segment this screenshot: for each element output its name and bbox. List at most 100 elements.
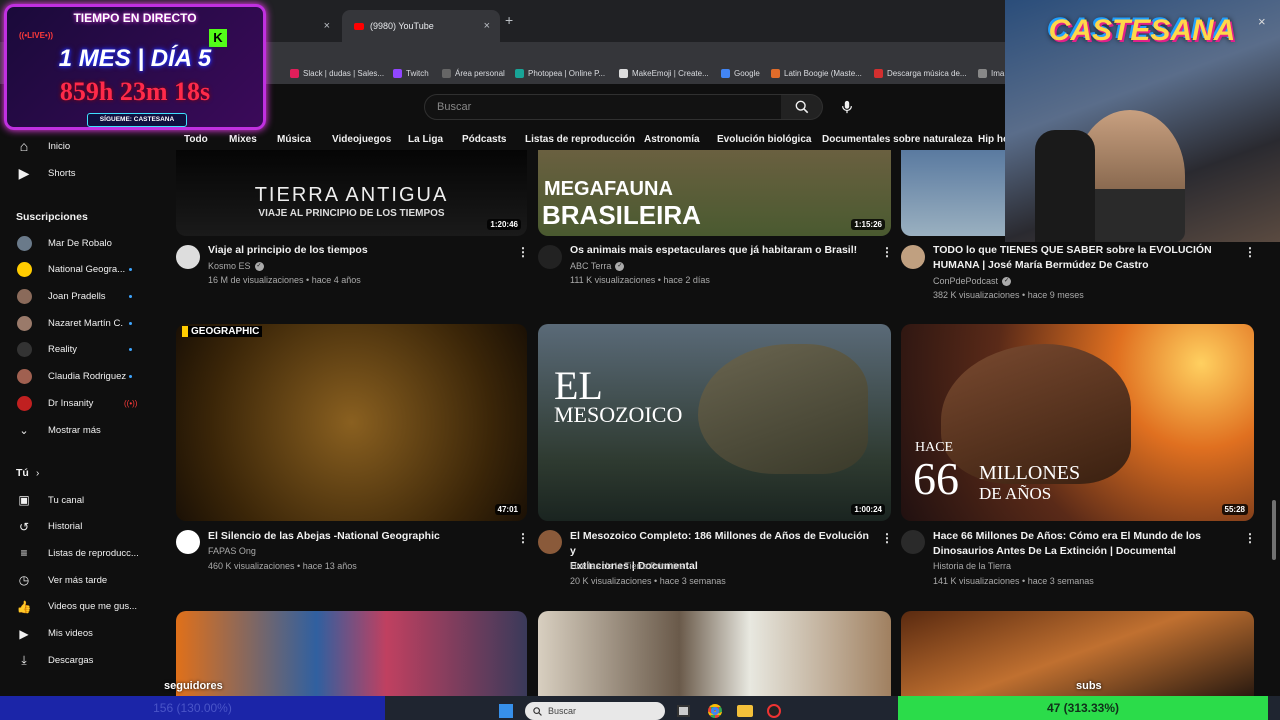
new-tab-button[interactable]: + [505,12,513,28]
close-tab-icon[interactable]: × [324,20,330,32]
scrollbar[interactable] [1272,500,1276,560]
channel-avatar[interactable] [176,530,200,554]
video-thumbnail[interactable]: GEOGRAPHIC 47:01 [176,324,527,521]
filter-chip[interactable]: Evolución biológica [717,134,811,145]
browser-tab-youtube[interactable]: (9980) YouTube × [342,10,500,42]
taskbar-search[interactable]: Buscar [525,702,665,720]
sidebar-item-subscription[interactable]: Mar De Robalo [0,232,160,254]
search-input[interactable]: Buscar [424,94,782,120]
close-tab-icon[interactable]: × [484,20,490,32]
video-duration: 55:28 [1221,504,1248,515]
search-button[interactable] [781,94,823,120]
verified-icon: ✓ [615,261,625,271]
sidebar-item-subscription[interactable]: Reality [0,339,160,361]
channel-avatar[interactable] [901,530,925,554]
bookmark-item[interactable]: Twitch [393,69,429,78]
filter-chip[interactable]: Documentales sobre naturaleza [822,134,973,145]
video-title-line: Viaje al principio de los tiempos [208,244,368,256]
voice-search-button[interactable] [836,96,858,118]
chrome-taskbar-icon[interactable] [708,704,722,718]
bookmark-item[interactable]: Photopea | Online P... [515,69,605,78]
sidebar-item-you[interactable]: ◷ Ver más tarde [0,569,160,591]
window-close-button[interactable]: × [1258,14,1266,29]
video-title[interactable]: TODO lo que TIENES QUE SABER sobre la EV… [933,243,1238,273]
channel-avatar[interactable] [538,530,562,554]
sidebar-item-you[interactable]: 👍 Videos que me gus... [0,596,160,618]
filter-chip[interactable]: Pódcasts [462,134,506,145]
sidebar-item-subscription[interactable]: Nazaret Martín C. [0,312,160,334]
video-thumbnail[interactable] [538,611,891,696]
more-options-icon[interactable]: ⋮ [517,531,529,545]
channel-name[interactable]: Kosmo ES ✓ [208,261,264,271]
sidebar-item-you[interactable]: ▶ Mis videos [0,623,160,645]
video-thumbnail[interactable] [176,611,527,696]
channel-avatar[interactable] [538,245,562,269]
windows-start-icon[interactable] [499,704,513,718]
more-options-icon[interactable]: ⋮ [517,245,529,259]
video-thumbnail[interactable]: HACE 66 MILLONES DE AÑOS 55:28 [901,324,1254,521]
bookmark-item[interactable]: Latin Boogie (Maste... [771,69,862,78]
bookmark-item[interactable]: Slack | dudas | Sales... [290,69,384,78]
timer-follow: SÍGUEME: CASTESANA [87,113,187,127]
channel-name[interactable]: ABC Terra ✓ [570,261,625,271]
sidebar-item-shorts[interactable]: ▶ Shorts [0,162,160,184]
filter-chip[interactable]: Música [277,134,311,145]
sidebar-item-subscription[interactable]: National Geogra... [0,259,160,281]
sidebar-item-label: Joan Pradells [48,290,106,302]
filter-chip[interactable]: Mixes [229,134,257,145]
sidebar-item-subscription[interactable]: Claudia Rodriguez [0,366,160,388]
sidebar-item-you[interactable]: ⤓ Descargas [0,649,160,671]
video-thumbnail[interactable]: TIERRA ANTIGUA VIAJE AL PRINCIPIO DE LOS … [176,150,527,236]
home-icon: ⌂ [19,138,29,154]
filter-chip[interactable]: Astronomía [644,134,700,145]
sidebar-item-you[interactable]: ↺ Historial [0,516,160,538]
video-thumbnail[interactable]: MEGAFAUNA BRASILEIRA 1:15:26 [538,150,891,236]
channel-name[interactable]: Huellas de la Tierra Primitiva [570,561,685,571]
more-options-icon[interactable]: ⋮ [1244,245,1256,259]
channel-avatar[interactable] [901,245,925,269]
show-more-button[interactable]: ⌄ Mostrar más [0,419,160,441]
video-title[interactable]: El Silencio de las Abejas -National Geog… [208,529,511,544]
video-title[interactable]: Viaje al principio de los tiempos [208,243,511,258]
subscriptions-heading[interactable]: Suscripciones [16,211,88,223]
video-title[interactable]: Hace 66 Millones De Años: Cómo era El Mu… [933,529,1238,559]
bookmark-label: Google [734,69,760,78]
more-options-icon[interactable]: ⋮ [881,245,893,259]
filter-chip[interactable]: Listas de reproducción [525,134,635,145]
bookmark-item[interactable]: Ima [978,69,1004,78]
app-taskbar-icon[interactable] [767,704,781,718]
filter-chip[interactable]: Videojuegos [332,134,391,145]
bookmark-item[interactable]: Google [721,69,760,78]
sidebar-item-subscription[interactable]: Joan Pradells [0,285,160,307]
more-options-icon[interactable]: ⋮ [1244,531,1256,545]
channel-avatar[interactable] [176,245,200,269]
sidebar-item-label: Ver más tarde [48,574,108,586]
sidebar-item-you[interactable]: ▣ Tu canal [0,489,160,511]
webcam-overlay: CASTESANA [1005,0,1280,242]
filter-chip[interactable]: Todo [184,134,208,145]
bookmark-item[interactable]: Descarga música de... [874,69,967,78]
task-view-icon[interactable] [677,705,690,717]
bookmark-favicon-icon [771,69,780,78]
new-content-dot [129,294,132,298]
bookmark-item[interactable]: Área personal [442,69,505,78]
sidebar-item-you[interactable]: ≡ Listas de reproducc... [0,542,160,564]
timer-elapsed: 859h 23m 18s [59,77,211,106]
channel-name[interactable]: FAPAS Ong [208,546,256,556]
bookmark-item[interactable]: MakeEmoji | Create... [619,69,709,78]
video-thumbnail[interactable]: EL MESOZOICO 1:00:24 [538,324,891,521]
sidebar-item-subscription[interactable]: Dr Insanity ((•)) [0,392,160,414]
channel-name[interactable]: Historia de la Tierra [933,561,1011,571]
sidebar-item-inicio[interactable]: ⌂ Inicio [0,135,160,157]
more-options-icon[interactable]: ⋮ [881,531,893,545]
playlist-icon: ≡ [20,546,28,561]
timer-title: TIEMPO EN DIRECTO [73,11,197,25]
you-heading[interactable]: Tú [16,467,29,479]
new-content-dot [129,375,132,378]
channel-name[interactable]: ConPdePodcast ✓ [933,276,1012,286]
stream-timer-overlay: TIEMPO EN DIRECTO ((•LIVE•)) K 1 MES | D… [4,4,266,130]
browser-tab-previous[interactable]: × [262,10,340,42]
filter-chip[interactable]: La Liga [408,134,443,145]
file-explorer-icon[interactable] [737,705,753,717]
video-title[interactable]: Os animais mais espetaculares que já hab… [570,243,875,258]
